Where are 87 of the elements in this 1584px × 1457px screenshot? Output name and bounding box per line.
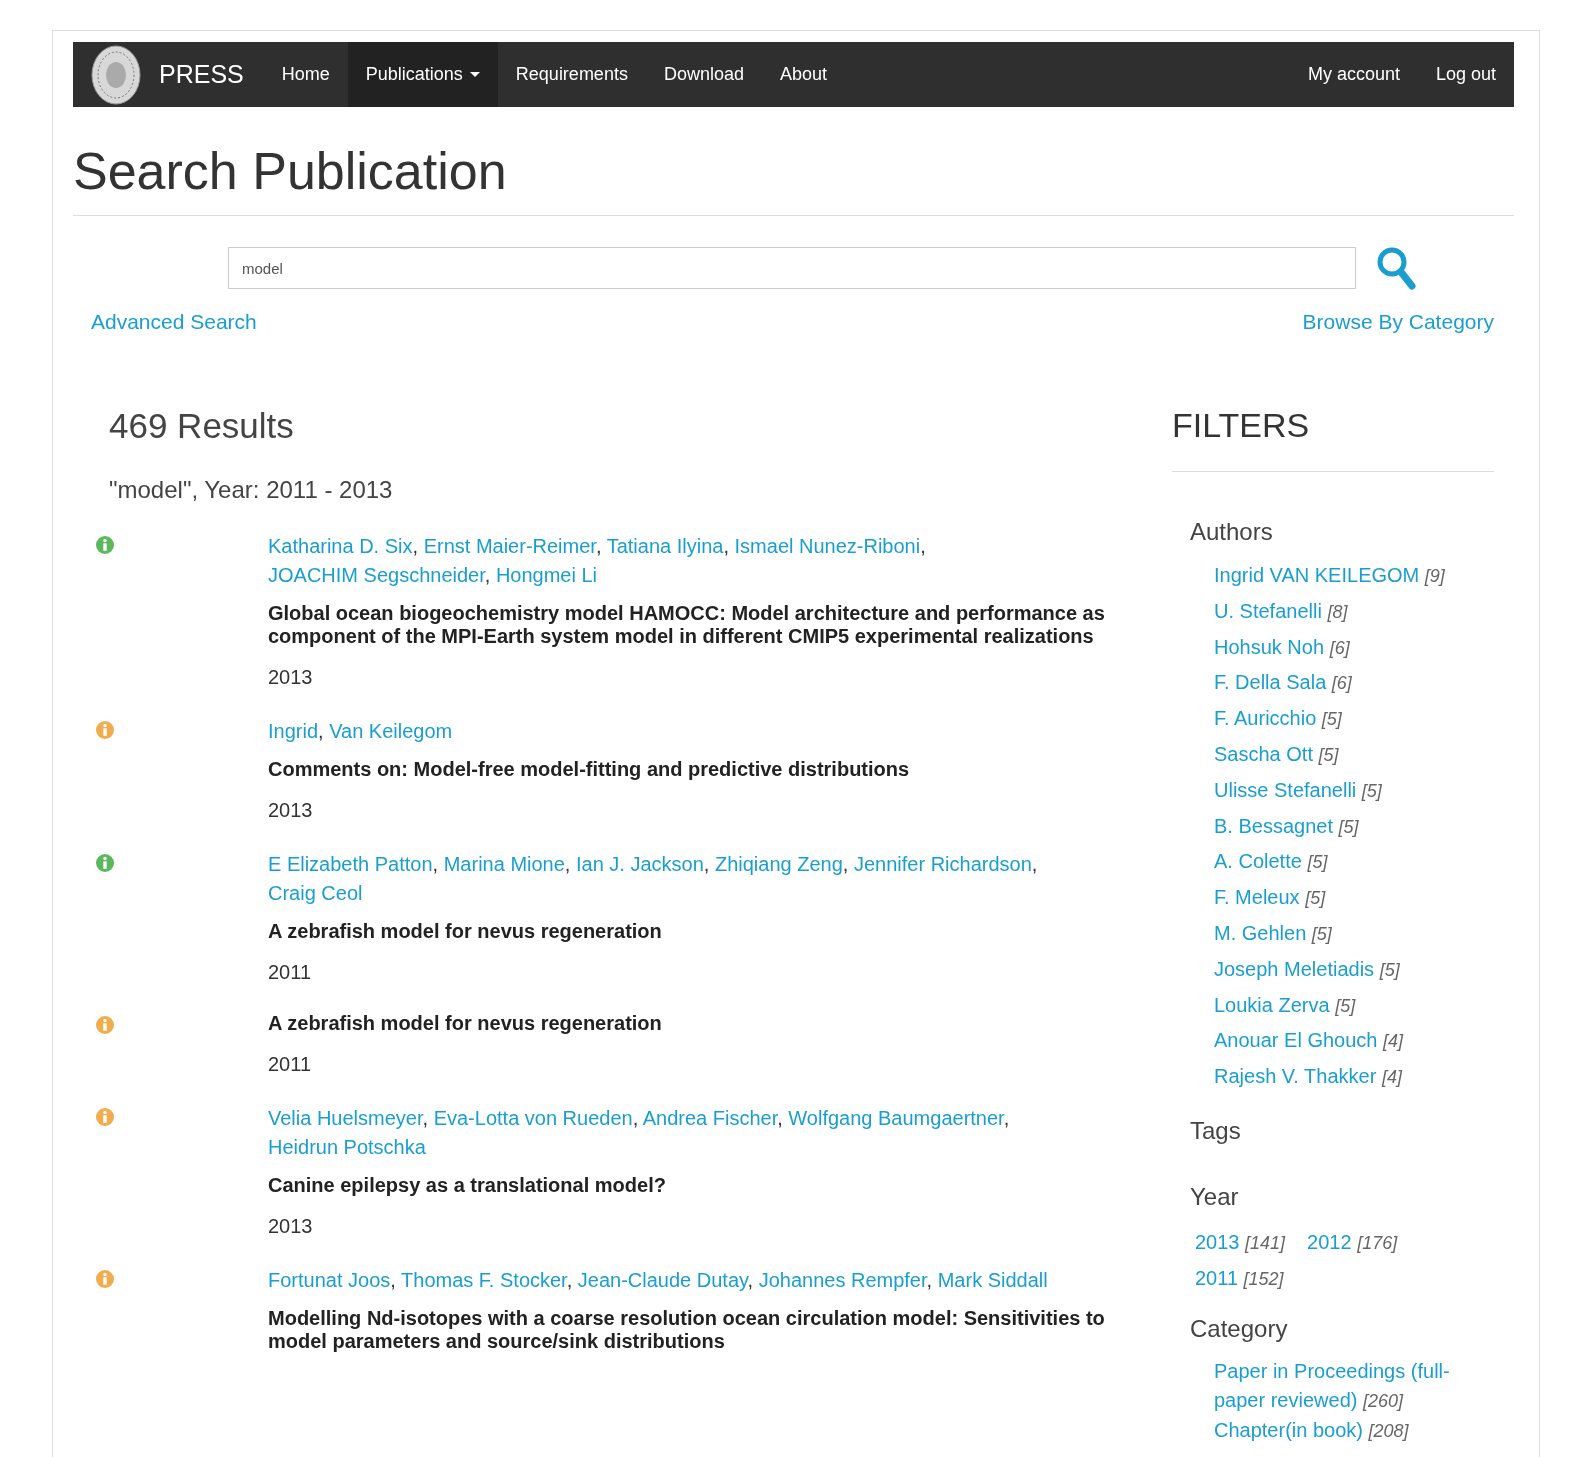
nav-link[interactable]: About [761, 42, 845, 107]
publication-title[interactable]: Global ocean biogeochemistry model HAMOCC: Model architecture and performance as component of the MPI-Earth system model in different CMIP5 experimental realizations [268, 602, 1133, 648]
author-link[interactable]: Wolfgang Baumgaertner [788, 1107, 1004, 1129]
page-title: Search Publication [73, 141, 1514, 216]
author-filter-link[interactable]: F. Auricchio [5] [1214, 701, 1494, 737]
author-link[interactable]: Ernst Maier-Reimer [423, 535, 596, 557]
publication-year: 2011 [268, 961, 312, 984]
info-icon[interactable] [95, 853, 115, 873]
author-filter-link[interactable]: Joseph Meletiadis [5] [1214, 951, 1494, 988]
browse-by-category-link[interactable]: Browse By Category [1302, 310, 1494, 334]
author-filter-link[interactable]: B. Bessagnet [5] [1214, 808, 1494, 845]
info-icon[interactable] [95, 1015, 115, 1035]
publication-year: 2013 [268, 666, 314, 689]
nav-link[interactable]: Requirements [497, 42, 646, 107]
author-link[interactable]: E Elizabeth Patton [268, 853, 433, 875]
publication-year: 2011 [268, 1053, 312, 1076]
category-filter-link[interactable]: Paper in Proceedings (full-paper reviewed) [260] [1214, 1356, 1494, 1416]
author-filter-link[interactable]: M. Gehlen [5] [1214, 915, 1494, 952]
info-icon[interactable] [95, 1269, 115, 1289]
author-link[interactable]: Craig Ceol [268, 882, 363, 904]
author-link[interactable]: Van Keilegom [329, 720, 453, 742]
filter-section-heading: Year [1190, 1182, 1240, 1211]
author-link[interactable]: Eva-Lotta von Rueden [433, 1107, 633, 1129]
nav-link[interactable]: Log out [1417, 42, 1514, 107]
info-icon[interactable] [95, 720, 115, 740]
publication-title[interactable]: A zebrafish model for nevus regeneration [268, 1012, 1133, 1035]
author-filter-link[interactable]: F. Della Sala [6] [1214, 665, 1494, 702]
nav-link[interactable]: Download [645, 42, 762, 107]
year-filter-link[interactable]: 2011 [152] [1195, 1260, 1284, 1297]
author-filter-link[interactable]: Ingrid VAN KEILEGOM [9] [1214, 558, 1494, 594]
nav-link[interactable]: My account [1289, 42, 1418, 107]
author-filter-link[interactable]: Loukia Zerva [5] [1214, 987, 1494, 1024]
author-link[interactable]: Thomas F. Stocker [401, 1269, 567, 1291]
author-link[interactable]: Johannes Rempfer [758, 1269, 927, 1291]
filter-section-heading: Authors [1190, 518, 1274, 546]
filter-section-heading: Category [1190, 1314, 1289, 1343]
author-link[interactable]: Jean-Claude Dutay [577, 1269, 748, 1291]
author-link[interactable]: Fortunat Joos [268, 1269, 391, 1291]
author-link[interactable]: Velia Huelsmeyer [268, 1107, 423, 1129]
author-filter-link[interactable]: Ulisse Stefanelli [5] [1214, 772, 1494, 809]
search-icon[interactable] [1376, 246, 1416, 290]
publication-title[interactable]: A zebrafish model for nevus regeneration [268, 920, 1133, 943]
nav-link[interactable]: Publications [347, 42, 498, 107]
author-filter-link[interactable]: A. Colette [5] [1214, 844, 1494, 881]
publication-title[interactable]: Modelling Nd-isotopes with a coarse resolution ocean circulation model: Sensitivities to model parameters and source/sink distributions [268, 1307, 1133, 1353]
author-link[interactable]: Zhiqiang Zeng [714, 853, 843, 875]
author-link[interactable]: Ismael Nunez-Riboni [734, 535, 921, 557]
advanced-search-link[interactable]: Advanced Search [91, 310, 257, 334]
filter-section-heading: Tags [1190, 1116, 1242, 1145]
author-link[interactable]: Ingrid [268, 720, 319, 742]
seal-logo-icon[interactable] [91, 44, 141, 105]
author-link[interactable]: Heidrun Potschka [268, 1136, 426, 1158]
author-filter-link[interactable]: F. Meleux [5] [1214, 880, 1494, 916]
nav-link[interactable]: Home [263, 42, 348, 107]
publication-title[interactable]: Canine epilepsy as a translational model? [268, 1174, 1133, 1197]
info-icon[interactable] [95, 1107, 115, 1127]
author-filter-link[interactable]: U. Stefanelli [8] [1214, 593, 1494, 630]
author-filter-link[interactable]: Anouar El Ghouch [4] [1214, 1023, 1494, 1060]
author-list: Velia Huelsmeyer, Eva-Lotta von Rueden, Andrea Fischer, Wolfgang Baumgaertner, Heidrun Potschka [268, 1104, 1133, 1162]
author-list: Fortunat Joos, Thomas F. Stocker, Jean-Claude Dutay, Johannes Rempfer, Mark Siddall [268, 1266, 1133, 1295]
author-link[interactable]: Katharina D. Six [268, 535, 413, 557]
author-filter-link[interactable]: Sascha Ott [5] [1214, 737, 1494, 773]
brand-link[interactable]: PRESS [159, 60, 244, 89]
publication-title[interactable]: Comments on: Model-free model-fitting and predictive distributions [268, 758, 1133, 781]
author-filter-link[interactable]: Hohsuk Noh [6] [1214, 629, 1494, 666]
author-list: E Elizabeth Patton, Marina Mione, Ian J. Jackson, Zhiqiang Zeng, Jennifer Richardson, Craig Ceol [268, 850, 1133, 908]
author-list: Katharina D. Six, Ernst Maier-Reimer, Tatiana Ilyina, Ismael Nunez-Riboni, JOACHIM Segschneider, Hongmei Li [268, 532, 1133, 590]
query-summary: "model", Year: 2011 - 2013 [109, 476, 394, 504]
author-link[interactable]: Tatiana Ilyina [606, 535, 724, 557]
author-link[interactable]: Hongmei Li [495, 564, 598, 586]
publication-year: 2013 [268, 799, 314, 822]
info-icon[interactable] [95, 535, 115, 555]
author-link[interactable]: Mark Siddall [937, 1269, 1048, 1291]
author-filter-link[interactable]: Rajesh V. Thakker [4] [1214, 1059, 1494, 1095]
category-filter-link[interactable]: Chapter(in book) [208] [1214, 1415, 1494, 1446]
filters-heading: FILTERS [1172, 406, 1494, 472]
search-field[interactable]: model [228, 247, 1356, 289]
year-filter-link[interactable]: 2012 [176] [1307, 1224, 1398, 1261]
author-link[interactable]: Jennifer Richardson [853, 853, 1032, 875]
results-count: 469 Results [109, 406, 295, 446]
author-link[interactable]: Andrea Fischer [642, 1107, 778, 1129]
author-list: Ingrid, Van Keilegom [268, 717, 1133, 746]
year-filter-link[interactable]: 2013 [141] [1195, 1224, 1286, 1261]
author-link[interactable]: JOACHIM Segschneider [268, 564, 485, 586]
publication-year: 2013 [268, 1215, 314, 1238]
author-link[interactable]: Ian J. Jackson [576, 853, 704, 875]
author-link[interactable]: Marina Mione [443, 853, 565, 875]
